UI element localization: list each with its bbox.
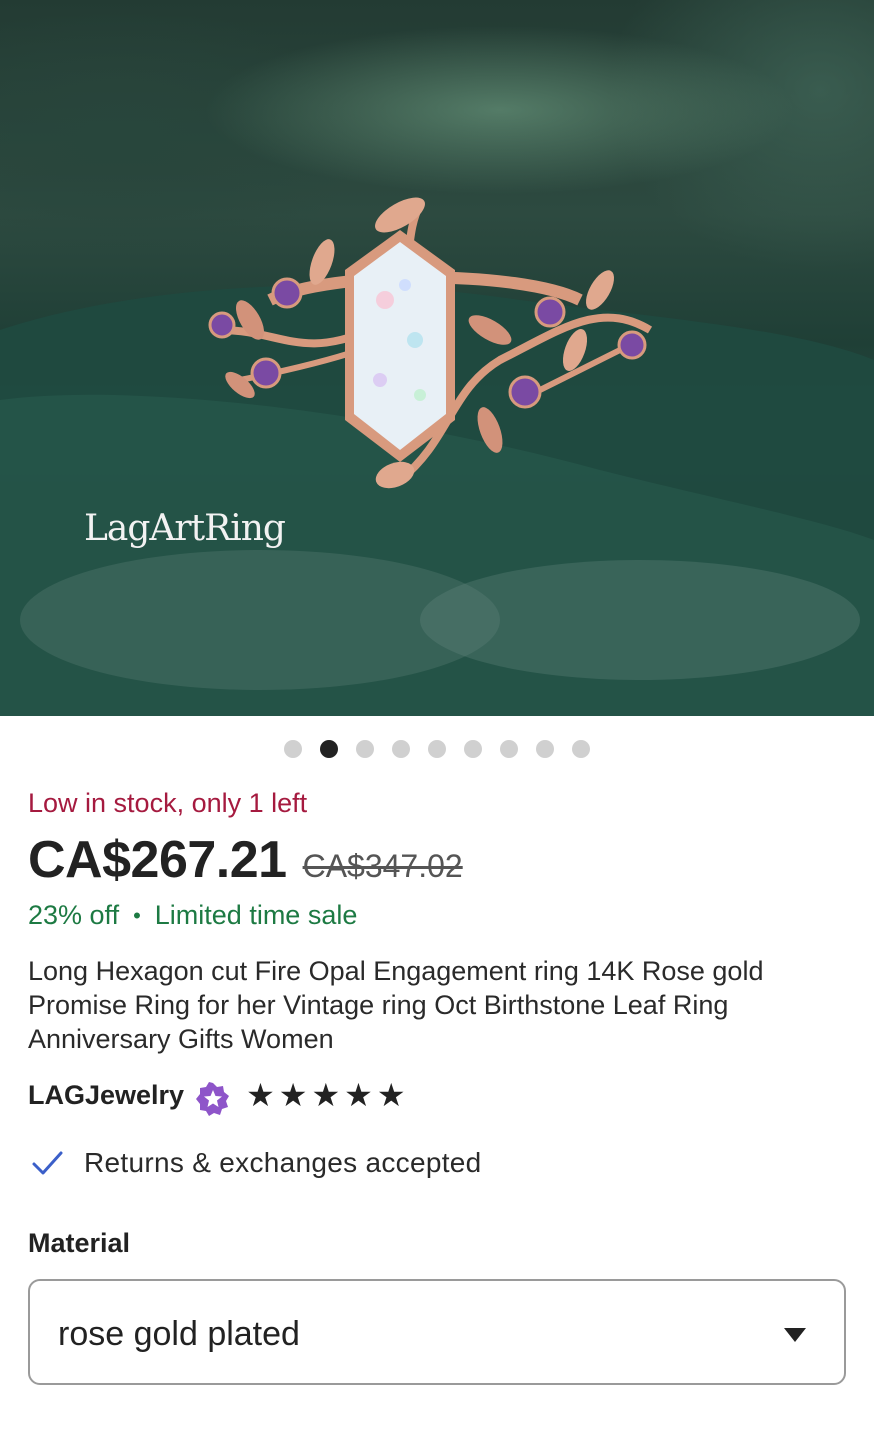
material-select[interactable]: rose gold plated xyxy=(28,1279,846,1385)
sale-label: Limited time sale xyxy=(154,900,358,930)
discount-label: 23% off xyxy=(28,900,120,930)
shop-row: LAGJewelry ★ ★ ★ ★ ★ xyxy=(28,1074,410,1116)
caret-down-icon xyxy=(784,1328,806,1342)
product-image-carousel[interactable]: LagArtRing xyxy=(0,0,874,716)
material-selected-value: rose gold plated xyxy=(58,1315,300,1353)
carousel-dot[interactable] xyxy=(284,740,302,758)
ring-photo xyxy=(0,197,874,716)
star-icon: ★ xyxy=(246,1077,275,1113)
star-icon: ★ xyxy=(376,1077,406,1113)
carousel-dot[interactable] xyxy=(428,740,446,758)
sale-info: 23% off • Limited time sale xyxy=(28,900,357,931)
carousel-dot[interactable] xyxy=(464,740,482,758)
carousel-dot[interactable] xyxy=(392,740,410,758)
material-label: Material xyxy=(28,1228,131,1258)
star-icon: ★ xyxy=(311,1077,341,1113)
carousel-dot[interactable] xyxy=(320,740,338,758)
carousel-dot[interactable] xyxy=(572,740,590,758)
star-rating: ★ ★ ★ ★ ★ xyxy=(246,1078,409,1112)
checkmark-icon xyxy=(32,1151,63,1175)
star-seller-badge-icon xyxy=(196,1082,230,1116)
original-price: CA$347.02 xyxy=(302,848,463,884)
star-icon: ★ xyxy=(344,1077,373,1113)
carousel-dot[interactable] xyxy=(536,740,554,758)
returns-policy: Returns & exchanges accepted xyxy=(30,1146,482,1180)
returns-label: Returns & exchanges accepted xyxy=(84,1147,482,1178)
carousel-indicators xyxy=(0,740,874,758)
separator-dot: • xyxy=(133,902,141,928)
carousel-dot[interactable] xyxy=(356,740,374,758)
carousel-dot[interactable] xyxy=(500,740,518,758)
current-price: CA$267.21 xyxy=(28,831,287,889)
star-icon: ★ xyxy=(278,1077,308,1113)
product-title: Long Hexagon cut Fire Opal Engagement ri… xyxy=(28,956,764,1054)
hero-brand-watermark: LagArtRing xyxy=(84,508,286,549)
price-row: CA$267.21 CA$347.02 xyxy=(28,830,463,890)
stock-notice: Low in stock, only 1 left xyxy=(28,788,308,818)
shop-name-link[interactable]: LAGJewelry xyxy=(28,1080,184,1111)
